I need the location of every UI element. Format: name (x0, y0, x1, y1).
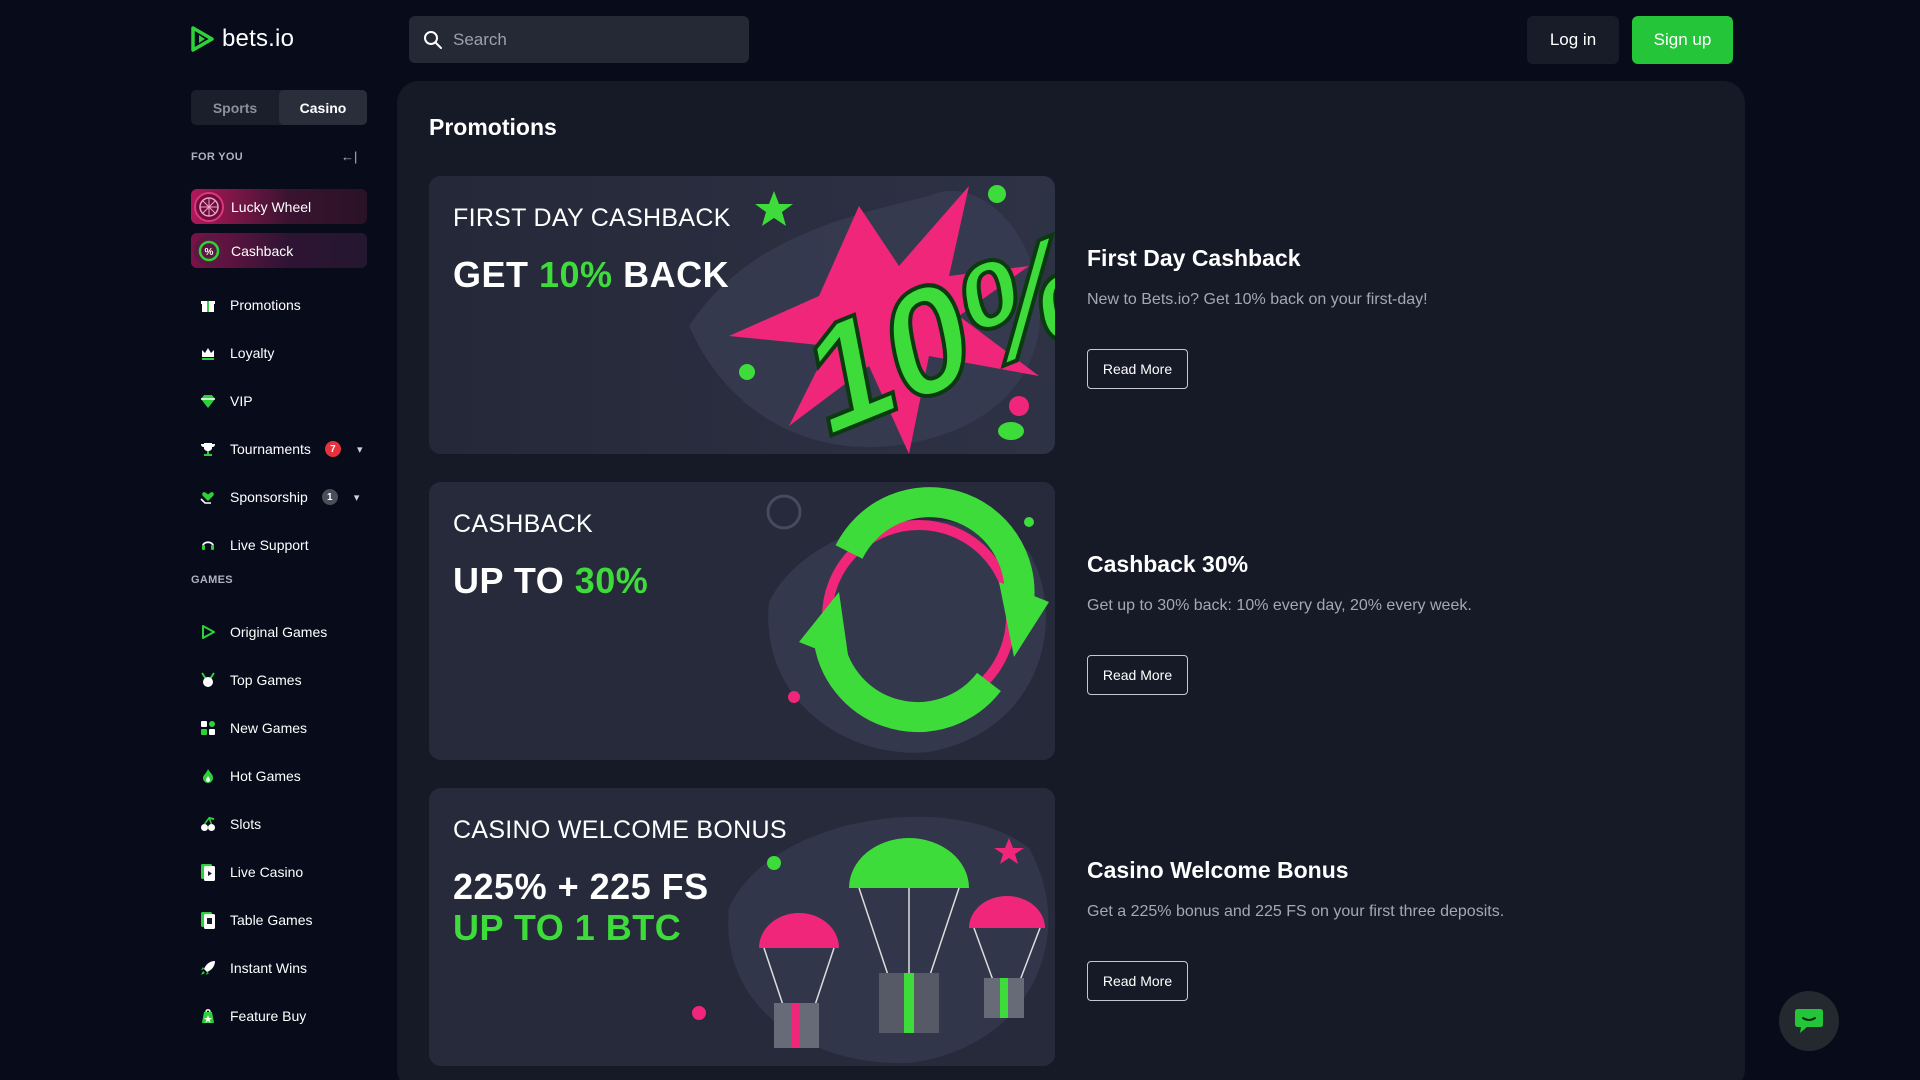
signup-button[interactable]: Sign up (1632, 16, 1733, 64)
rocket-icon (198, 958, 218, 978)
search-input[interactable] (453, 29, 733, 50)
sidebar-item-feature-buy[interactable]: Feature Buy (191, 998, 367, 1034)
search-bar[interactable] (409, 16, 749, 63)
sidebar-item-hot-games[interactable]: Hot Games (191, 758, 367, 794)
promo-title: First Day Cashback (1087, 245, 1301, 271)
crown-icon (198, 343, 218, 363)
sidebar-item-label: Instant Wins (230, 960, 308, 976)
sidebar-item-promotions[interactable]: Promotions (191, 287, 367, 323)
sidebar-item-original-games[interactable]: Original Games (191, 614, 367, 650)
section-label-for-you: FOR YOU (191, 151, 244, 163)
sidebar-item-label: Live Casino (230, 864, 304, 880)
chevron-down-icon[interactable]: ▾ (357, 443, 363, 456)
sidebar-item-label: Top Games (230, 672, 302, 688)
heart-hands-icon (198, 487, 218, 507)
tab-sports[interactable]: Sports (191, 90, 279, 125)
sponsorship-badge: 1 (321, 489, 338, 505)
sidebar-item-table-games[interactable]: Table Games (191, 902, 367, 938)
sidebar-item-live-support[interactable]: Live Support (191, 527, 367, 563)
sidebar-item-label: Slots (230, 816, 262, 832)
tab-casino[interactable]: Casino (279, 90, 367, 125)
play-card-icon (198, 862, 218, 882)
promo-title: Casino Welcome Bonus (1087, 857, 1349, 883)
banner-heading: CASHBACK (453, 510, 593, 538)
promo-description: New to Bets.io? Get 10% back on your fir… (1087, 291, 1428, 308)
sidebar-item-label: Tournaments (230, 441, 311, 457)
banner-heading: FIRST DAY CASHBACK (453, 204, 731, 232)
sidebar-item-loyalty[interactable]: Loyalty (191, 335, 367, 371)
read-more-button[interactable]: Read More (1087, 349, 1188, 389)
page-title: Promotions (429, 114, 557, 140)
diamond-icon (198, 391, 218, 411)
cherry-icon (198, 814, 218, 834)
chevron-down-icon[interactable]: ▾ (354, 491, 360, 504)
sidebar-item-label: Original Games (230, 624, 328, 640)
sidebar-item-instant-wins[interactable]: Instant Wins (191, 950, 367, 986)
chat-icon (1795, 1009, 1823, 1033)
sidebar-item-label: Sponsorship (230, 489, 308, 505)
read-more-button[interactable]: Read More (1087, 961, 1188, 1001)
medal-icon (198, 670, 218, 690)
sidebar-item-label: Feature Buy (230, 1008, 307, 1024)
sidebar-item-sponsorship[interactable]: Sponsorship 1 ▾ (191, 479, 367, 515)
grid-icon (198, 718, 218, 738)
featured-lucky-wheel[interactable]: Lucky Wheel (191, 189, 367, 224)
section-label-games: GAMES (191, 574, 233, 586)
sidebar-item-label: Live Support (230, 537, 309, 553)
card-icon (198, 910, 218, 930)
star-bag-icon (198, 1006, 218, 1026)
logo[interactable]: bets.io (190, 25, 294, 53)
logo-icon (191, 26, 214, 52)
chat-button[interactable] (1779, 991, 1839, 1051)
wheel-icon (194, 191, 224, 222)
search-icon (424, 30, 442, 49)
sidebar-item-label: VIP (230, 393, 253, 409)
logo-text: bets.io (222, 25, 295, 52)
sidebar-item-tournaments[interactable]: Tournaments 7 ▾ (191, 431, 367, 467)
original-games-icon (198, 622, 218, 642)
gift-icon (198, 295, 218, 315)
promo-banner-casino-welcome-bonus[interactable]: CASINO WELCOME BONUS 225% + 225 FS UP TO… (429, 788, 1055, 1066)
sidebar-item-label: Loyalty (230, 345, 275, 361)
sidebar-item-slots[interactable]: Slots (191, 806, 367, 842)
sidebar-item-live-casino[interactable]: Live Casino (191, 854, 367, 890)
flame-icon (198, 766, 218, 786)
svg-text:%: % (205, 247, 214, 258)
sports-casino-toggle: Sports Casino (191, 90, 367, 125)
headset-icon (198, 535, 218, 555)
sidebar-item-label: Hot Games (230, 768, 301, 784)
banner-subheading: UP TO 30% (453, 560, 649, 601)
sidebar-item-label: Promotions (230, 297, 301, 313)
tournaments-badge: 7 (324, 441, 341, 457)
cashback-icon: % (194, 235, 224, 266)
promo-banner-cashback-30[interactable]: CASHBACK UP TO 30% (429, 482, 1055, 760)
banner-subheading-2: UP TO 1 BTC (453, 907, 682, 948)
promo-banner-first-day-cashback[interactable]: 10% FIRST DAY CASHBACK GET 10% BACK (429, 176, 1055, 454)
sidebar-item-new-games[interactable]: New Games (191, 710, 367, 746)
featured-cashback[interactable]: % Cashback (191, 233, 367, 268)
sidebar-item-vip[interactable]: VIP (191, 383, 367, 419)
promo-description: Get a 225% bonus and 225 FS on your firs… (1087, 903, 1505, 920)
trophy-icon (198, 439, 218, 459)
sidebar-item-top-games[interactable]: Top Games (191, 662, 367, 698)
read-more-button[interactable]: Read More (1087, 655, 1188, 695)
banner-heading: CASINO WELCOME BONUS (453, 816, 787, 844)
sidebar-item-label: New Games (230, 720, 308, 736)
banner-subheading: GET 10% BACK (453, 254, 730, 295)
promo-description: Get up to 30% back: 10% every day, 20% e… (1087, 597, 1472, 614)
promo-title: Cashback 30% (1087, 551, 1249, 577)
featured-label: Lucky Wheel (231, 198, 312, 215)
featured-label: Cashback (231, 242, 294, 259)
banner-subheading: 225% + 225 FS (453, 866, 709, 907)
collapse-sidebar-icon[interactable]: ←| (341, 149, 357, 164)
sidebar-item-label: Table Games (230, 912, 313, 928)
login-button[interactable]: Log in (1527, 16, 1619, 64)
